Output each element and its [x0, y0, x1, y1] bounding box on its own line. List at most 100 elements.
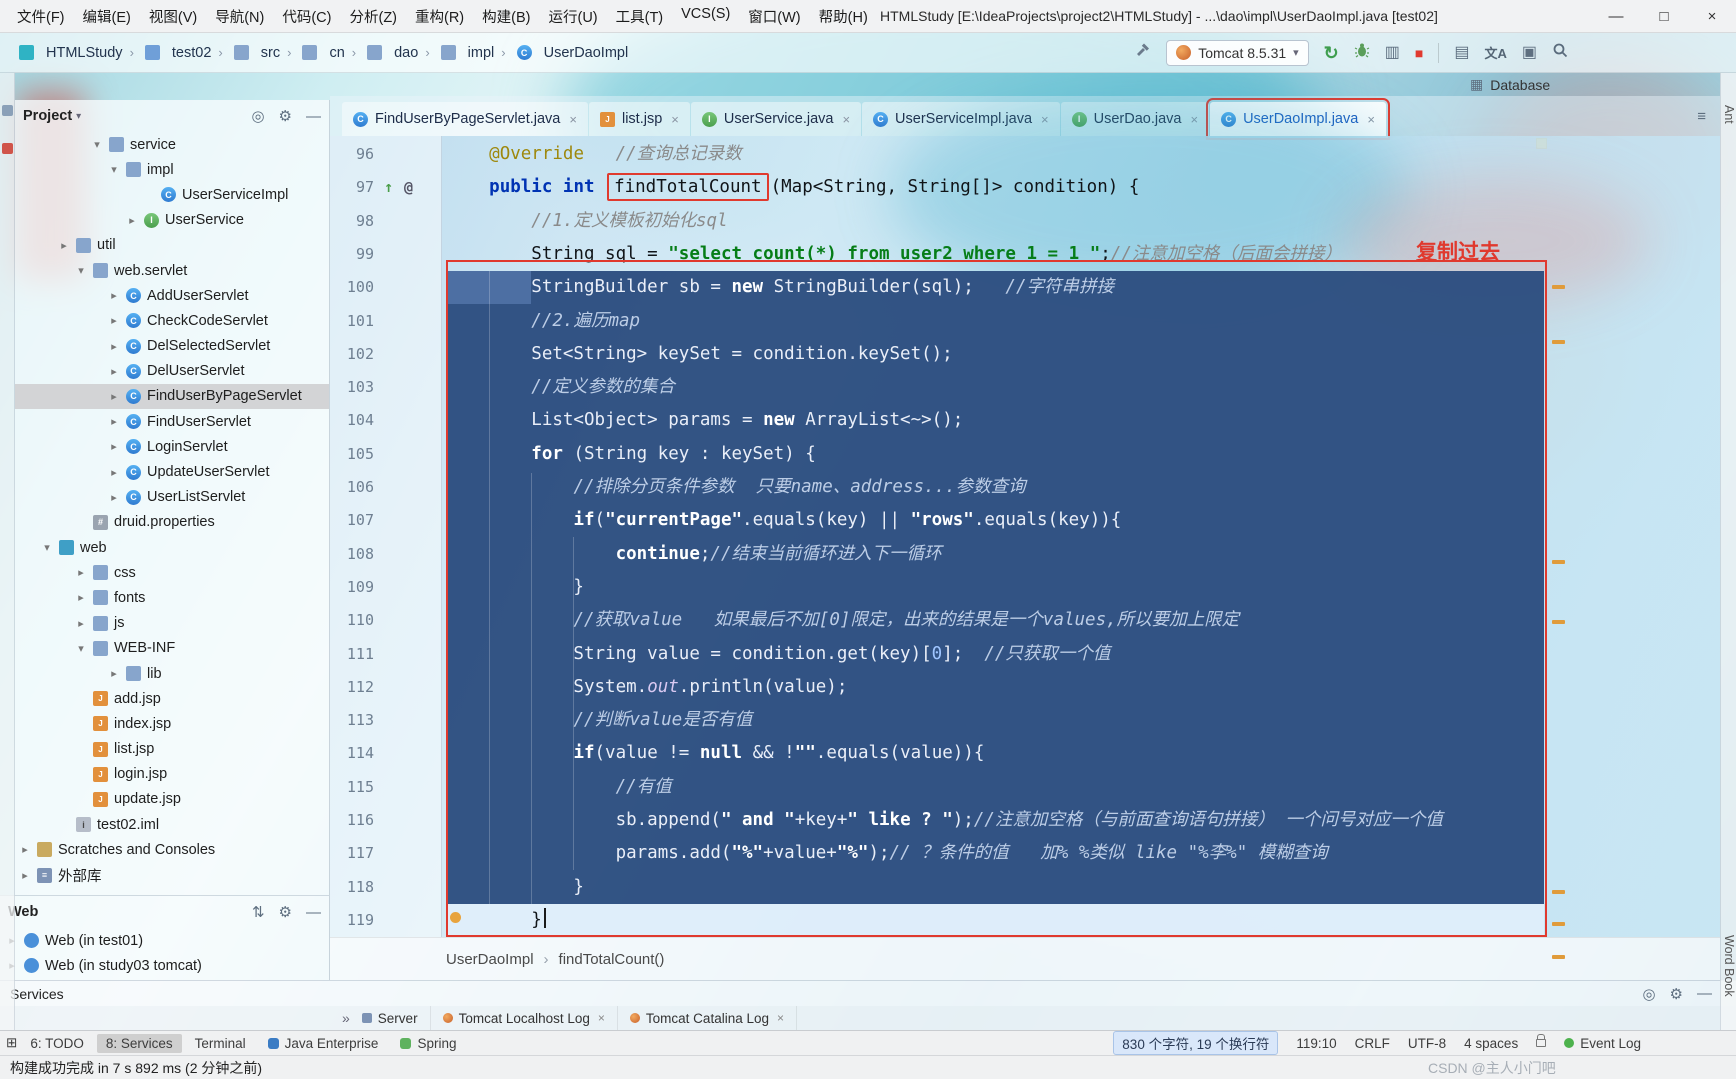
- code-line-113[interactable]: //判断value是否有值: [447, 704, 752, 737]
- hide-panel-icon[interactable]: —: [306, 904, 321, 921]
- debug-bug-icon[interactable]: [1354, 42, 1370, 63]
- gear-icon[interactable]: ⚙: [279, 107, 292, 125]
- menu-item[interactable]: 运行(U): [539, 2, 606, 31]
- hide-panel-icon[interactable]: —: [306, 108, 321, 125]
- code-line-106[interactable]: //排除分页条件参数 只要name、address...参数查询: [447, 471, 1026, 504]
- tool-window-button-8: Services[interactable]: 8: Services: [97, 1034, 182, 1053]
- tree-item-fonts[interactable]: ▸fonts: [15, 585, 329, 610]
- code-line-96[interactable]: @Override //查询总记录数: [447, 138, 742, 171]
- error-stripe-mark[interactable]: [1552, 890, 1565, 894]
- ant-tool-button[interactable]: Ant: [1722, 105, 1736, 124]
- web-item[interactable]: ▸Web (in study03 tomcat): [0, 953, 329, 978]
- tree-item-update.jsp[interactable]: Jupdate.jsp: [15, 787, 329, 812]
- menu-item[interactable]: 编辑(E): [74, 2, 140, 31]
- tree-item-test02.iml[interactable]: itest02.iml: [15, 812, 329, 837]
- window-grid-icon[interactable]: ⊞: [6, 1035, 17, 1051]
- lock-icon[interactable]: [1536, 1039, 1546, 1047]
- tree-item-login.jsp[interactable]: Jlogin.jsp: [15, 762, 329, 787]
- gutter-line-number[interactable]: 103: [330, 371, 374, 404]
- code-editor[interactable]: ↑ @ 复制过去 96 @Override //查询总记录数97 public …: [330, 136, 1720, 937]
- chevron-icon[interactable]: ▸: [17, 869, 33, 882]
- services-tab-Tomcat Localhost Log[interactable]: Tomcat Localhost Log×: [431, 1006, 618, 1030]
- chevron-icon[interactable]: ▸: [106, 491, 122, 504]
- gutter-line-number[interactable]: 102: [330, 338, 374, 371]
- more-tabs-icon[interactable]: »: [342, 1010, 350, 1026]
- gutter-line-number[interactable]: 109: [330, 571, 374, 604]
- minimize-icon[interactable]: —: [1592, 0, 1640, 33]
- translate-icon[interactable]: 文A: [1484, 43, 1506, 62]
- tab-list-icon[interactable]: ≡: [1697, 108, 1706, 125]
- code-line-101[interactable]: //2.遍历map: [447, 305, 640, 338]
- tree-item-DelUserServlet[interactable]: ▸CDelUserServlet: [15, 359, 329, 384]
- tree-item-FindUserByPageServlet[interactable]: ▸CFindUserByPageServlet: [15, 384, 329, 409]
- gutter-line-number[interactable]: 104: [330, 404, 374, 437]
- tree-item-FindUserServlet[interactable]: ▸CFindUserServlet: [15, 409, 329, 434]
- tool-strip-icon[interactable]: [2, 105, 13, 116]
- chevron-icon[interactable]: ▸: [106, 415, 122, 428]
- sort-icon[interactable]: ⇅: [252, 903, 265, 921]
- gutter-dot-icon[interactable]: [450, 912, 461, 923]
- indent-widget[interactable]: 4 spaces: [1464, 1036, 1518, 1051]
- services-panel-title[interactable]: Services: [10, 986, 64, 1002]
- code-line-115[interactable]: //有值: [447, 771, 672, 804]
- window-frame-icon[interactable]: ▣: [1522, 45, 1537, 61]
- word-book-tool-button[interactable]: Word Book: [1722, 935, 1736, 997]
- services-tab-Tomcat Catalina Log[interactable]: Tomcat Catalina Log×: [618, 1006, 797, 1030]
- gutter-line-number[interactable]: 105: [330, 438, 374, 471]
- tree-item-web.servlet[interactable]: ▾web.servlet: [15, 258, 329, 283]
- close-icon[interactable]: ×: [1688, 0, 1736, 33]
- code-line-118[interactable]: }: [447, 871, 584, 904]
- code-line-107[interactable]: if("currentPage".equals(key) || "rows".e…: [447, 504, 1121, 537]
- chevron-icon[interactable]: ▸: [73, 617, 89, 630]
- tool-window-button-Java Enterprise[interactable]: Java Enterprise: [259, 1034, 388, 1053]
- chevron-icon[interactable]: ▸: [73, 566, 89, 579]
- menu-item[interactable]: 构建(B): [473, 2, 539, 31]
- gutter-line-number[interactable]: 106: [330, 471, 374, 504]
- code-line-100[interactable]: StringBuilder sb = new StringBuilder(sql…: [447, 271, 1114, 304]
- gutter-line-number[interactable]: 98: [330, 205, 374, 238]
- search-icon[interactable]: [1552, 42, 1568, 63]
- code-line-98[interactable]: //1.定义模板初始化sql: [447, 205, 728, 238]
- code-line-105[interactable]: for (String key : keySet) {: [447, 438, 816, 471]
- chevron-icon[interactable]: ▾: [73, 642, 89, 655]
- chevron-icon[interactable]: ▸: [106, 667, 122, 680]
- breadcrumb-item-test02[interactable]: test02: [138, 43, 215, 63]
- tree-item-service[interactable]: ▾service: [15, 132, 329, 157]
- gutter-line-number[interactable]: 101: [330, 305, 374, 338]
- close-icon[interactable]: ×: [569, 112, 577, 127]
- gutter-line-number[interactable]: 113: [330, 704, 374, 737]
- menu-item[interactable]: 导航(N): [206, 2, 273, 31]
- chevron-icon[interactable]: ▸: [106, 390, 122, 403]
- tree-item-js[interactable]: ▸js: [15, 611, 329, 636]
- database-tool-button[interactable]: ▦ Database: [1470, 76, 1550, 93]
- code-line-102[interactable]: Set<String> keySet = condition.keySet();: [447, 338, 953, 371]
- code-line-97[interactable]: public int findTotalCount(Map<String, St…: [447, 171, 1139, 204]
- gutter-line-number[interactable]: 118: [330, 871, 374, 904]
- stop-icon[interactable]: ■: [1415, 46, 1423, 60]
- breadcrumb-item-dao[interactable]: dao: [360, 43, 421, 63]
- chevron-icon[interactable]: ▾: [89, 138, 105, 151]
- close-icon[interactable]: ×: [1367, 112, 1375, 127]
- chevron-icon[interactable]: ▸: [17, 843, 33, 856]
- tree-item-druid.properties[interactable]: #druid.properties: [15, 510, 329, 535]
- chevron-icon[interactable]: ▸: [106, 440, 122, 453]
- line-separator-widget[interactable]: CRLF: [1355, 1036, 1390, 1051]
- editor-tab-FindUserByPageServlet.java[interactable]: CFindUserByPageServlet.java×: [342, 102, 588, 136]
- code-line-110[interactable]: //获取value 如果最后不加[0]限定，出来的结果是一个values,所以要…: [447, 604, 1239, 637]
- code-line-112[interactable]: System.out.println(value);: [447, 671, 847, 704]
- maximize-icon[interactable]: □: [1640, 0, 1688, 33]
- code-line-111[interactable]: String value = condition.get(key)[0]; //…: [447, 638, 1110, 671]
- close-icon[interactable]: ×: [842, 112, 850, 127]
- code-line-114[interactable]: if(value != null && !"".equals(value)){: [447, 737, 984, 770]
- breadcrumb-item-cn[interactable]: cn: [295, 43, 347, 63]
- tree-item-Scratches and Consoles[interactable]: ▸Scratches and Consoles: [15, 837, 329, 862]
- hide-panel-icon[interactable]: —: [1697, 985, 1712, 1002]
- chevron-icon[interactable]: ▸: [56, 239, 72, 252]
- gutter-line-number[interactable]: 115: [330, 771, 374, 804]
- error-stripe-mark[interactable]: [1552, 955, 1565, 959]
- gutter-line-number[interactable]: 99: [330, 238, 374, 271]
- chevron-icon[interactable]: ▾: [106, 163, 122, 176]
- encoding-widget[interactable]: UTF-8: [1408, 1036, 1446, 1051]
- web-item[interactable]: ▸Web (in test01): [0, 928, 329, 953]
- tree-item-index.jsp[interactable]: Jindex.jsp: [15, 711, 329, 736]
